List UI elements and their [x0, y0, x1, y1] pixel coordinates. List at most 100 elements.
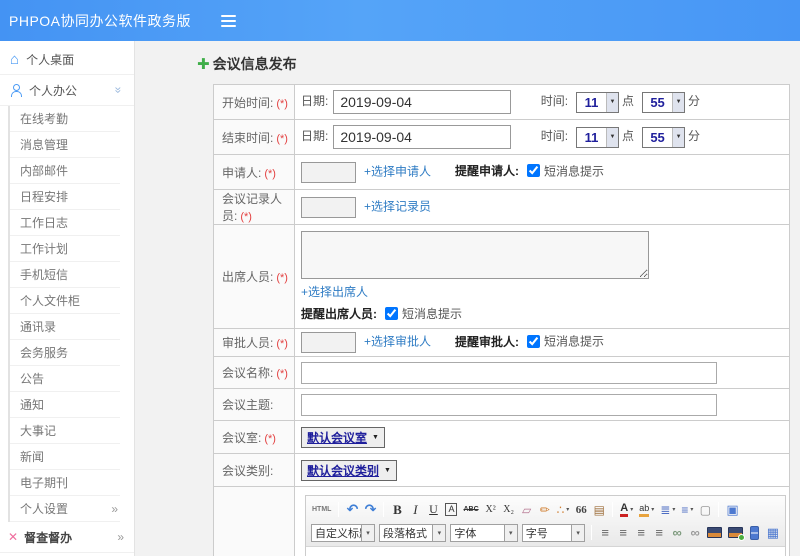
ordered-list-icon[interactable]: ≣ ▾ [658, 500, 677, 519]
sidebar-item-label: 在线考勤 [20, 112, 69, 126]
start-minute-select[interactable]: 55 ▼ [642, 91, 686, 113]
start-hour-select[interactable]: 11 ▼ [576, 91, 620, 113]
form-row-end-time: 结束时间:(*) 日期: 时间: 11▼点 55▼分 [213, 119, 790, 155]
sidebar-item-12[interactable]: 通知 [10, 392, 120, 418]
sidebar-item-desktop[interactable]: ⌂ 个人桌面 [0, 44, 134, 75]
editor-content-area[interactable] [306, 547, 785, 556]
time-label: 时间: [540, 94, 569, 109]
subscript-icon[interactable]: X₂ [501, 500, 517, 519]
font-size-select[interactable]: 字号 ▾ [521, 523, 586, 542]
highlight-color-icon[interactable]: ab ▾ [637, 500, 656, 519]
new-page-icon[interactable]: ▢ [697, 500, 713, 519]
align-left-icon[interactable]: ≡ [597, 523, 613, 542]
sidebar-item-3[interactable]: 内部邮件 [10, 158, 120, 184]
sidebar-item-label: 个人桌面 [26, 52, 75, 67]
end-minute-select[interactable]: 55 ▼ [642, 126, 686, 148]
end-hour-select[interactable]: 11 ▼ [576, 126, 620, 148]
sidebar-item-6[interactable]: 工作计划 [10, 236, 120, 262]
sidebar-item-5[interactable]: 工作日志 [10, 210, 120, 236]
form-row-applicant: 申请人: (*) +选择申请人 提醒申请人: 短消息提示 [213, 154, 790, 190]
sidebar-item-label: 日程安排 [20, 190, 69, 204]
unlink-icon[interactable]: ∞ [687, 523, 703, 542]
strikethrough-icon[interactable]: ABC [461, 500, 480, 519]
sidebar-item-personal-office[interactable]: 个人办公 » [0, 75, 134, 106]
select-recorder-link[interactable]: +选择记录员 [364, 199, 431, 213]
minute-unit: 分 [688, 94, 701, 109]
sidebar-item-1[interactable]: 在线考勤 [10, 106, 120, 132]
attendees-sms-checkbox[interactable] [385, 307, 398, 320]
font-family-select[interactable]: 字体 ▾ [450, 523, 518, 542]
dropdown-arrow-icon: ▼ [606, 92, 619, 112]
sidebar-item-7[interactable]: 手机短信 [10, 262, 120, 288]
redo-icon[interactable]: ↷ [362, 500, 378, 519]
recorder-input[interactable] [301, 196, 356, 218]
bullet-list-icon[interactable]: ≡ ▾ [679, 500, 695, 519]
sidebar-item-supervision[interactable]: ✕ 督查督办 » [0, 522, 134, 553]
sidebar-item-9[interactable]: 通讯录 [10, 314, 120, 340]
paragraph-format-select[interactable]: 段落格式 ▾ [379, 523, 447, 542]
font-border-icon[interactable]: A [443, 500, 459, 519]
meeting-category-select[interactable]: 默认会议类别 ▼ [301, 459, 397, 481]
dropdown-arrow-icon: ▾ [651, 507, 655, 513]
insert-image-icon[interactable] [705, 523, 724, 542]
toolbar-separator [591, 525, 593, 540]
applicant-sms-checkbox[interactable] [527, 164, 541, 178]
italic-icon[interactable]: I [407, 500, 423, 519]
dropdown-arrow-icon: ▼ [672, 92, 685, 112]
blockquote-icon[interactable]: 66 [573, 500, 589, 519]
align-justify-icon[interactable]: ≡ [651, 523, 667, 542]
time-label: 时间: [540, 129, 569, 144]
meeting-content-label [213, 486, 295, 556]
undo-icon[interactable]: ↶ [344, 500, 360, 519]
form-row-attendees: 出席人员: (*) +选择出席人 提醒出席人员: 短消息提示 [213, 224, 790, 329]
link-icon[interactable]: ∞ [669, 523, 685, 542]
meeting-room-select[interactable]: 默认会议室 ▼ [301, 426, 385, 448]
underline-icon[interactable]: U [425, 500, 441, 519]
format-brush-icon[interactable]: ✏ [537, 500, 553, 519]
applicant-input[interactable] [301, 161, 356, 183]
sidebar-item-11[interactable]: 公告 [10, 366, 120, 392]
sidebar-item-4[interactable]: 日程安排 [10, 184, 120, 210]
sidebar-item-2[interactable]: 消息管理 [10, 132, 120, 158]
align-right-icon[interactable]: ≡ [633, 523, 649, 542]
required-mark: (*) [276, 97, 288, 110]
sidebar-item-16[interactable]: 个人设置 » [10, 496, 120, 522]
meeting-name-input[interactable] [301, 361, 717, 384]
sidebar-item-13[interactable]: 大事记 [10, 418, 120, 444]
screenshot-image-icon[interactable] [726, 523, 745, 542]
date-label: 日期: [301, 129, 329, 144]
custom-title-select[interactable]: 自定义标题▾ [311, 523, 375, 542]
sidebar-item-15[interactable]: 电子期刊 [10, 470, 120, 496]
meeting-subject-input[interactable] [301, 393, 717, 416]
select-approver-link[interactable]: +选择审批人 [364, 335, 431, 349]
approver-input[interactable] [301, 332, 356, 353]
html-source-icon[interactable]: HTML [310, 500, 333, 519]
select-attendees-link[interactable]: +选择出席人 [301, 285, 368, 299]
eraser-icon[interactable]: ▱ [519, 500, 535, 519]
required-mark: (*) [276, 272, 288, 284]
select-applicant-link[interactable]: +选择申请人 [364, 164, 431, 178]
sidebar-item-label: 个人设置 [20, 502, 69, 516]
start-date-input[interactable] [333, 90, 512, 114]
auto-typeset-icon[interactable]: ∴ ▾ [555, 500, 572, 519]
insert-table-icon[interactable]: ▦ [765, 523, 781, 542]
hamburger-menu-icon[interactable] [221, 14, 237, 27]
end-date-input[interactable] [333, 125, 512, 149]
hour-unit: 点 [622, 94, 635, 109]
paste-plain-icon[interactable]: ▤ [591, 500, 607, 519]
superscript-icon[interactable]: X² [483, 500, 499, 519]
sidebar-item-14[interactable]: 新闻 [10, 444, 120, 470]
fullscreen-monitor-icon[interactable]: ▣ [724, 500, 740, 519]
dropdown-arrow-icon: ▾ [630, 507, 634, 513]
attendees-label: 出席人员: (*) [213, 224, 295, 329]
insert-frame-icon[interactable] [747, 523, 763, 542]
bold-icon[interactable]: B [389, 500, 405, 519]
sidebar-submenu: 在线考勤消息管理 内部邮件日程安排工作日志 工作计划 手机短信 个人文件柜 通讯录 会务服务… [8, 106, 134, 522]
font-color-icon[interactable]: A ▾ [618, 500, 635, 519]
sidebar-item-10[interactable]: 会务服务 [10, 340, 120, 366]
approver-sms-checkbox[interactable] [527, 334, 541, 348]
attendees-textarea[interactable] [301, 231, 649, 279]
align-center-icon[interactable]: ≡ [615, 523, 631, 542]
dropdown-arrow-icon: ▼ [384, 466, 391, 474]
sidebar-item-8[interactable]: 个人文件柜 [10, 288, 120, 314]
